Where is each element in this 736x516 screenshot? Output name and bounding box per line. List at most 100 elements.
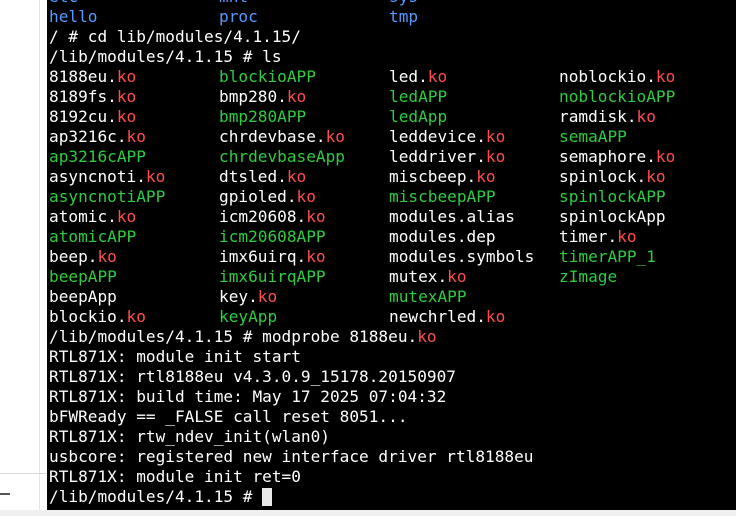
- file-entry: asyncnoti.ko: [49, 167, 165, 187]
- file-name: ramdisk.: [559, 107, 637, 126]
- file-name: ledAPP: [389, 87, 448, 106]
- file-name: newchrled.: [389, 307, 486, 326]
- file-entry: timer.ko: [559, 227, 637, 247]
- file-extension: ko: [116, 67, 137, 86]
- collapse-handle-icon[interactable]: [0, 493, 10, 495]
- log-line: RTL871X: build time: May 17 2025 07:04:3…: [49, 387, 447, 406]
- file-extension: ko: [655, 67, 676, 86]
- file-entry: modules.dep: [389, 227, 496, 247]
- file-name: zImage: [559, 267, 618, 286]
- file-name: noblockio.: [559, 67, 656, 86]
- ls-command-line: /lib/modules/4.1.15 # ls: [49, 47, 282, 66]
- file-name: leddevice.: [389, 127, 486, 146]
- file-entry: key.ko: [219, 287, 277, 307]
- file-name: timer.: [559, 227, 618, 246]
- panel-divider: [0, 473, 47, 474]
- file-entry: modules.alias: [389, 207, 515, 227]
- shell-prompt: /lib/modules/4.1.15 #: [49, 487, 263, 506]
- terminal-output: etc mnt sys hello proc tmp / # cd lib/mo…: [49, 0, 735, 507]
- dir-entry: hello: [49, 7, 98, 26]
- file-entry: blockio.ko: [49, 307, 146, 327]
- file-listing-row: 8188eu.ko blockioAPP led.ko noblockio.ko: [49, 67, 735, 87]
- shell-prompt-line[interactable]: /lib/modules/4.1.15 #: [49, 487, 735, 507]
- file-extension: ko: [116, 87, 137, 106]
- file-listing-row: beep.ko imx6uirq.ko modules.symbols timerAP…: [49, 247, 735, 267]
- file-entry: miscbeep.ko: [389, 167, 496, 187]
- file-entry: spinlockApp: [559, 207, 666, 227]
- file-name: semaphore.: [559, 147, 656, 166]
- file-extension: ko: [476, 167, 496, 186]
- file-listing-row: atomic.ko icm20608.ko modules.alias spinloc…: [49, 207, 735, 227]
- file-entry: ledAPP: [389, 87, 447, 107]
- dir-entry: etc: [49, 0, 78, 7]
- file-entry: timerAPP_1: [559, 247, 656, 267]
- file-entry: icm20608APP: [219, 227, 326, 247]
- file-entry: zImage: [559, 267, 617, 287]
- modprobe-command-line: /lib/modules/4.1.15 # modprobe 8188eu.ko: [49, 327, 735, 347]
- dir-entry: tmp: [389, 7, 419, 26]
- file-name: miscbeep.: [389, 167, 477, 186]
- file-entry: bmp280APP: [219, 107, 306, 127]
- file-entry: led.ko: [389, 67, 447, 87]
- file-listing-row: atomicAPP icm20608APP modules.dep timer.ko: [49, 227, 735, 247]
- file-extension: ko: [126, 127, 146, 146]
- file-extension: ko: [116, 207, 137, 226]
- file-extension: ko: [116, 107, 137, 126]
- file-entry: modules.symbols: [389, 247, 534, 267]
- modprobe-prompt: /lib/modules/4.1.15 # modprobe 8188eu.: [49, 327, 418, 346]
- file-extension: ko: [655, 147, 676, 166]
- file-name: 8192cu.: [49, 107, 117, 126]
- file-extension: ko: [617, 227, 637, 246]
- file-name: dtsled.: [219, 167, 287, 186]
- file-name: gpioled.: [219, 187, 297, 206]
- file-entry: imx6uirq.ko: [219, 247, 326, 267]
- file-extension: ko: [636, 107, 656, 126]
- dir-listing-row: hello proc tmp: [49, 7, 735, 27]
- bottom-scrollbar[interactable]: [0, 510, 736, 516]
- file-name: ap3216cAPP: [49, 147, 146, 166]
- file-entry: leddriver.ko: [389, 147, 505, 167]
- modprobe-ext: ko: [417, 327, 437, 346]
- file-listing-row: asyncnoti.ko dtsled.ko miscbeep.ko spinlock…: [49, 167, 735, 187]
- log-line: RTL871X: module init ret=0: [49, 467, 301, 486]
- file-name: blockioAPP: [219, 67, 316, 86]
- file-entry: leddevice.ko: [389, 127, 505, 147]
- file-entry: bmp280.ko: [219, 87, 306, 107]
- file-entry: beep.ko: [49, 247, 117, 267]
- file-name: chrdevbase.: [219, 127, 326, 146]
- file-extension: ko: [325, 127, 345, 146]
- file-name: asyncnotiAPP: [49, 187, 166, 206]
- file-listing-row: ap3216cAPP chrdevbaseApp leddriver.ko semap…: [49, 147, 735, 167]
- file-name: icm20608APP: [219, 227, 326, 246]
- cd-command-line: / # cd lib/modules/4.1.15/: [49, 27, 301, 46]
- file-entry: mutexAPP: [389, 287, 467, 307]
- file-extension: ko: [306, 207, 326, 226]
- log-line: RTL871X: rtw_ndev_init(wlan0): [49, 427, 330, 446]
- terminal-window[interactable]: etc mnt sys hello proc tmp / # cd lib/mo…: [47, 0, 736, 510]
- file-entry: semaphore.ko: [559, 147, 675, 167]
- file-extension: ko: [306, 247, 326, 266]
- file-listing-row: blockio.ko keyApp newchrled.ko: [49, 307, 735, 327]
- file-entry: ledApp: [389, 107, 447, 127]
- panel-border: [39, 0, 40, 510]
- file-entry: dtsled.ko: [219, 167, 306, 187]
- file-extension: ko: [646, 167, 666, 186]
- log-line: bFWReady == _FALSE call reset 8051...: [49, 407, 408, 426]
- file-name: atomic.: [49, 207, 117, 226]
- file-entry: icm20608.ko: [219, 207, 326, 227]
- dir-listing-row: etc mnt sys: [49, 0, 735, 7]
- dir-entry: sys: [389, 0, 418, 7]
- file-name: spinlock.: [559, 167, 647, 186]
- file-entry: chrdevbase.ko: [219, 127, 345, 147]
- file-name: beep.: [49, 247, 98, 266]
- text-cursor[interactable]: [262, 488, 273, 506]
- file-entry: asyncnotiAPP: [49, 187, 165, 207]
- file-name: bmp280APP: [219, 107, 307, 126]
- file-name: mutex.: [389, 267, 448, 286]
- file-entry: chrdevbaseApp: [219, 147, 345, 167]
- file-listing-row: 8192cu.ko bmp280APP ledApp ramdisk.ko: [49, 107, 735, 127]
- file-extension: ko: [485, 127, 506, 146]
- file-name: led.: [389, 67, 428, 86]
- file-name: imx6uirqAPP: [219, 267, 326, 286]
- file-entry: semaAPP: [559, 127, 627, 147]
